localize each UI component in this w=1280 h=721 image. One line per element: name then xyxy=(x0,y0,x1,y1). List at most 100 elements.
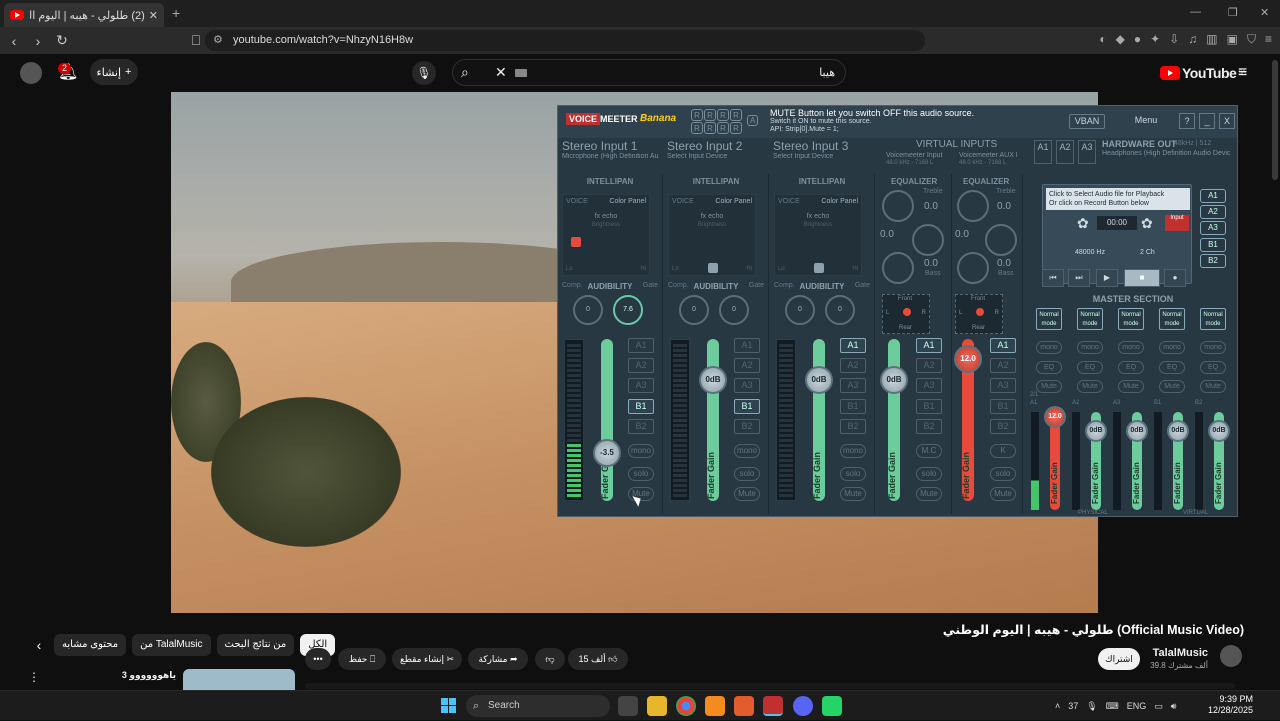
recommended-title[interactable]: ياهوووووو 3 xyxy=(76,670,176,681)
close-window-button[interactable]: ✕ xyxy=(1260,6,1269,19)
fader-knob[interactable]: 0dB xyxy=(699,366,727,394)
start-windows-icon[interactable] xyxy=(441,698,456,713)
master-eq-button[interactable]: EQ xyxy=(1159,361,1185,374)
gate-knob[interactable]: 7.6 xyxy=(613,295,643,325)
volume-icon[interactable]: 🔊︎ xyxy=(1171,701,1177,712)
hw-a1-selector[interactable]: A1 xyxy=(1034,140,1052,164)
chip-from-channel[interactable]: من TalalMusic xyxy=(132,634,211,656)
comp-knob[interactable]: 0 xyxy=(785,295,815,325)
recommended-more-icon[interactable]: ⋮ xyxy=(28,670,40,684)
fader-knob[interactable]: 0dB xyxy=(880,366,908,394)
mc-button[interactable]: M.C xyxy=(916,444,942,458)
vm-close-button[interactable]: X xyxy=(1219,113,1235,129)
play-button[interactable]: ▶ xyxy=(1096,269,1118,287)
player-bus-b2[interactable]: B2 xyxy=(1200,254,1226,268)
mono-button[interactable]: mono xyxy=(734,444,760,458)
master-fader-knob[interactable]: 0dB xyxy=(1167,420,1189,442)
bus-a3-button[interactable]: A3 xyxy=(990,378,1016,393)
strip-title[interactable]: Stereo Input 2 xyxy=(667,139,742,153)
create-button[interactable]: إنشاء + xyxy=(90,59,138,85)
master-mono-button[interactable]: mono xyxy=(1077,341,1103,354)
subscribe-button[interactable]: اشتراك xyxy=(1098,648,1140,670)
spatial-panner[interactable]: Front L R Rear xyxy=(955,294,1003,334)
eq-treble-knob[interactable] xyxy=(957,190,989,222)
mode-button-b2[interactable]: Normal mode xyxy=(1200,308,1226,330)
bus-b1-button[interactable]: B1 xyxy=(734,399,760,414)
new-tab-button[interactable]: + xyxy=(172,5,180,21)
reload-icon[interactable]: ↻ xyxy=(52,32,72,49)
chip-search-results[interactable]: من نتائج البحث xyxy=(216,634,295,656)
bus-a1-button[interactable]: A1 xyxy=(734,338,760,353)
master-mute-button[interactable]: Mute xyxy=(1118,380,1144,393)
player-bus-a2[interactable]: A2 xyxy=(1200,205,1226,219)
sidebar-icon[interactable]: ▥ xyxy=(1206,32,1217,47)
intellipan-panel[interactable]: VOICE Color Panel fx echo Brightness Lo … xyxy=(562,194,650,276)
intellipan-panel[interactable]: VOICE Color Panel fx echo Brightness Lo … xyxy=(774,194,862,276)
shield-icon[interactable]: ⛉ xyxy=(1247,32,1256,47)
gate-knob[interactable]: 0 xyxy=(719,295,749,325)
bus-a3-button[interactable]: A3 xyxy=(840,378,866,393)
master-mute-button[interactable]: Mute xyxy=(1159,380,1185,393)
bus-b2-button[interactable]: B2 xyxy=(734,419,760,434)
search-input[interactable]: ⌕ ✕ هيبا xyxy=(452,59,846,86)
strip-title[interactable]: Stereo Input 3 xyxy=(773,139,848,153)
search-icon[interactable]: ⌕ xyxy=(461,64,469,81)
vm-menu-button[interactable]: Menu xyxy=(1118,114,1174,129)
pan-color-panel[interactable]: Color Panel xyxy=(715,198,752,205)
hardware-out-device[interactable]: Headphones (High Definition Audio Devic xyxy=(1102,150,1230,157)
vm-help-button[interactable]: ? xyxy=(1179,113,1195,129)
chevron-up-icon[interactable]: ˄ xyxy=(1055,701,1060,711)
discord-icon[interactable] xyxy=(793,696,813,716)
site-info-icon[interactable]: ⚙ xyxy=(213,33,223,46)
recommended-thumbnail[interactable] xyxy=(183,669,295,692)
minimize-button[interactable]: — xyxy=(1190,6,1201,18)
master-fader-knob[interactable]: 0dB xyxy=(1085,420,1107,442)
master-eq-button[interactable]: EQ xyxy=(1077,361,1103,374)
menu-icon[interactable]: ≡ xyxy=(1265,32,1272,47)
mic-icon[interactable]: 🎙︎ xyxy=(1086,701,1097,712)
file-explorer-icon[interactable] xyxy=(647,696,667,716)
extension-icon[interactable]: ● xyxy=(1134,32,1141,47)
pan-position-dot[interactable] xyxy=(903,308,911,316)
network-icon[interactable]: ▭ xyxy=(1154,701,1163,712)
clock[interactable]: 9:39 PM 12/28/2025 xyxy=(1205,694,1253,716)
solo-button[interactable]: solo xyxy=(628,467,654,481)
keyboard-icon[interactable]: ⌨ xyxy=(1106,701,1119,712)
solo-button[interactable]: solo xyxy=(734,467,760,481)
eq-treble-knob[interactable] xyxy=(882,190,914,222)
strip-device[interactable]: Select Input Device xyxy=(667,153,765,160)
comp-knob[interactable]: 0 xyxy=(573,295,603,325)
mono-button[interactable]: mono xyxy=(840,444,866,458)
master-fader-knob[interactable]: 12.0 xyxy=(1044,406,1066,428)
hw-a2-selector[interactable]: A2 xyxy=(1056,140,1074,164)
back-icon[interactable]: ‹ xyxy=(4,33,24,49)
whatsapp-icon[interactable] xyxy=(822,696,842,716)
player-bus-b1[interactable]: B1 xyxy=(1200,238,1226,252)
wallet-icon[interactable]: ▣ xyxy=(1227,32,1238,47)
chevron-left-icon[interactable]: ‹ xyxy=(30,637,48,653)
bus-a1-button[interactable]: A1 xyxy=(840,338,866,353)
spatial-panner[interactable]: Front L R Rear xyxy=(882,294,930,334)
bus-a1-button[interactable]: A1 xyxy=(628,338,654,353)
account-avatar[interactable] xyxy=(20,62,42,84)
eq-bass-knob[interactable] xyxy=(882,252,914,284)
fader-knob[interactable]: 12.0 xyxy=(954,345,982,373)
task-view-icon[interactable] xyxy=(618,696,638,716)
bus-a2-button[interactable]: A2 xyxy=(628,358,654,373)
tab-close-icon[interactable]: ✕ xyxy=(149,9,158,22)
master-mono-button[interactable]: mono xyxy=(1159,341,1185,354)
browser-tab[interactable]: (2) طلولي - هيبه | اليوم الوطني ✕ xyxy=(4,3,164,27)
bus-b1-button[interactable]: B1 xyxy=(628,399,654,414)
comp-knob[interactable]: 0 xyxy=(679,295,709,325)
solo-button[interactable]: solo xyxy=(990,467,1016,481)
master-fader-knob[interactable]: 0dB xyxy=(1208,420,1230,442)
master-mono-button[interactable]: mono xyxy=(1036,341,1062,354)
bus-b2-button[interactable]: B2 xyxy=(990,419,1016,434)
clear-search-icon[interactable]: ✕ xyxy=(495,64,507,81)
vban-button[interactable]: VBAN xyxy=(1069,114,1105,129)
mode-button-b1[interactable]: Normal mode xyxy=(1159,308,1185,330)
pan-position-dot[interactable] xyxy=(976,308,984,316)
master-mono-button[interactable]: mono xyxy=(1200,341,1226,354)
player-input-indicator[interactable]: Input xyxy=(1165,215,1189,231)
voice-search-mic-icon[interactable]: 🎙︎ xyxy=(412,61,436,85)
